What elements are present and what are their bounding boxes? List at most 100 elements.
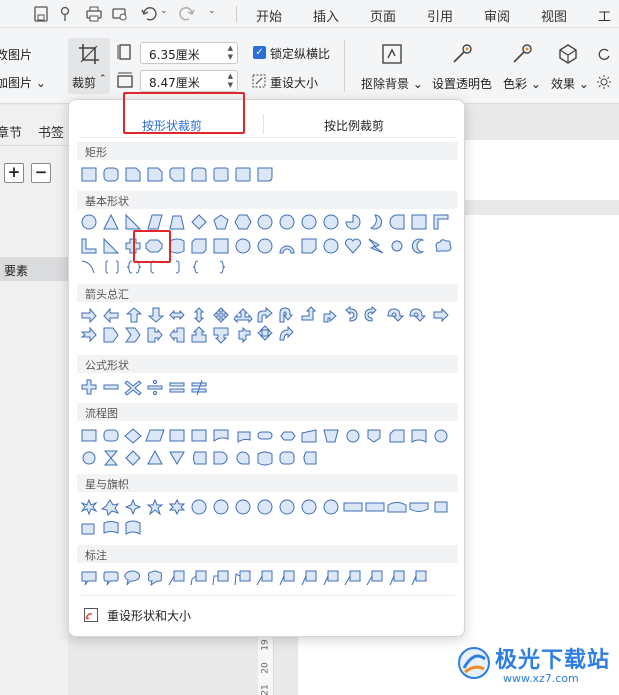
not-equal-shape-icon[interactable]	[191, 382, 207, 387]
divide-shape-icon[interactable]	[147, 385, 163, 390]
double-wave-shape-icon[interactable]	[125, 520, 141, 535]
7-point-star-shape-icon[interactable]	[191, 499, 207, 515]
flowchart-data-shape-icon[interactable]	[145, 429, 165, 442]
width-input[interactable]: 6.35厘米 ▲ ▼	[140, 42, 238, 64]
down-arrow-callout-shape-icon[interactable]	[213, 327, 229, 344]
lightning-bolt-shape-icon[interactable]	[368, 238, 384, 254]
octagon-shape-icon[interactable]	[279, 214, 295, 230]
change-picture-button[interactable]: 改图片	[0, 46, 32, 63]
flowchart-display-shape-icon[interactable]	[303, 451, 317, 465]
print-preview-icon[interactable]	[111, 5, 129, 23]
round-single-corner-rectangle-shape-icon[interactable]	[213, 167, 229, 182]
flowchart-delay-shape-icon[interactable]	[213, 451, 228, 465]
reset-size-button[interactable]: 重设大小	[270, 74, 318, 91]
flowchart-collate-shape-icon[interactable]	[103, 450, 119, 466]
menu-reference[interactable]: 引用	[427, 6, 453, 25]
curved-down-arrow-shape-icon[interactable]	[409, 308, 427, 322]
line-callout-2-shape-icon[interactable]	[195, 570, 207, 582]
oval-callout-shape-icon[interactable]	[124, 570, 141, 586]
undo-dropdown-icon[interactable]: ⌄	[160, 6, 168, 16]
right-triangle-shape-icon[interactable]	[125, 213, 142, 230]
chord-shape-icon[interactable]	[369, 214, 383, 230]
bevel-shape-icon[interactable]	[213, 238, 229, 254]
remove-background-button[interactable]: 抠除背景 ⌄	[361, 75, 423, 92]
12-point-star-shape-icon[interactable]	[257, 499, 273, 515]
expand-button[interactable]: +	[4, 163, 24, 183]
redo-icon[interactable]	[178, 5, 196, 23]
menu-view[interactable]: 视图	[541, 6, 567, 25]
flowchart-predefined-process-shape-icon[interactable]	[169, 429, 185, 442]
flowchart-merge-shape-icon[interactable]	[169, 451, 185, 465]
left-right-up-arrow-shape-icon[interactable]	[233, 308, 253, 324]
flowchart-document-shape-icon[interactable]	[213, 429, 229, 442]
curved-up-arrow-shape-icon[interactable]	[387, 308, 405, 322]
snip-diagonal-rectangle-shape-icon[interactable]	[169, 167, 185, 182]
flowchart-connector-shape-icon[interactable]	[346, 429, 360, 443]
line-callout-4-shape-icon[interactable]	[239, 570, 251, 582]
striped-right-arrow-shape-icon[interactable]	[433, 307, 449, 323]
bent-up-arrow-shape-icon[interactable]	[323, 309, 337, 323]
right-arrow-shape-icon[interactable]	[81, 307, 97, 324]
flowchart-preparation-shape-icon[interactable]	[280, 431, 296, 441]
width-spinner-icon[interactable]: ▲ ▼	[228, 44, 233, 62]
up-ribbon-shape-icon[interactable]	[343, 502, 363, 512]
flowchart-internal-storage-shape-icon[interactable]	[191, 429, 207, 442]
add-picture-button[interactable]: 加图片 ⌄	[0, 74, 46, 91]
hexagon-shape-icon[interactable]	[234, 214, 252, 230]
frame-shape-icon[interactable]	[411, 214, 427, 230]
nav-item-selected[interactable]: 要素	[0, 257, 68, 281]
tab-sections[interactable]: 章节	[0, 122, 22, 141]
half-frame-shape-icon[interactable]	[433, 214, 449, 230]
cloud-shape-icon[interactable]	[435, 239, 452, 252]
flowchart-multidocument-shape-icon[interactable]	[237, 431, 251, 443]
line-callout-3-shape-icon[interactable]	[217, 570, 229, 582]
up-arrow-callout-shape-icon[interactable]	[191, 326, 207, 343]
left-right-arrow-callout-shape-icon[interactable]	[238, 326, 251, 344]
brightness-icon[interactable]	[596, 74, 612, 90]
6-point-star-shape-icon[interactable]	[168, 498, 186, 516]
line-callout-border-1-shape-icon[interactable]	[349, 570, 361, 582]
rotate-icon[interactable]	[596, 46, 612, 62]
explosion-1-shape-icon[interactable]	[80, 498, 98, 516]
flowchart-or-shape-icon[interactable]	[82, 451, 96, 465]
right-bracket-shape-icon[interactable]	[175, 260, 180, 274]
moon-shape-icon[interactable]	[411, 238, 425, 254]
rounded-rectangular-callout-shape-icon[interactable]	[103, 571, 119, 586]
crop-button[interactable]: 裁剪 ⌃	[68, 38, 110, 94]
flowchart-decision-shape-icon[interactable]	[124, 428, 142, 444]
snip-same-side-rectangle-shape-icon[interactable]	[147, 167, 163, 182]
bent-arrow-shape-icon[interactable]	[257, 306, 273, 323]
color-button[interactable]: 色彩 ⌄	[503, 75, 541, 92]
line-callout-accent-4-shape-icon[interactable]	[327, 570, 339, 582]
8-point-star-shape-icon[interactable]	[213, 499, 229, 515]
quick-access-more-icon[interactable]: ⌄	[208, 6, 216, 16]
chevron-shape-icon[interactable]	[125, 327, 141, 343]
save-icon[interactable]	[32, 5, 50, 23]
tab-crop-by-ratio[interactable]: 按比例裁剪	[324, 117, 384, 134]
heptagon-shape-icon[interactable]	[257, 214, 273, 230]
flowchart-direct-access-storage-shape-icon[interactable]	[279, 451, 295, 465]
diamond-shape-icon[interactable]	[191, 214, 207, 230]
32-point-star-shape-icon[interactable]	[323, 499, 339, 515]
multiply-shape-icon[interactable]	[124, 380, 142, 396]
folded-corner-shape-icon[interactable]	[301, 238, 317, 254]
u-turn-arrow-shape-icon[interactable]	[279, 307, 294, 323]
flowchart-sequential-access-storage-shape-icon[interactable]	[236, 451, 250, 465]
menu-home[interactable]: 开始	[256, 6, 282, 25]
menu-page[interactable]: 页面	[370, 6, 396, 25]
round-same-side-rectangle-shape-icon[interactable]	[191, 167, 207, 182]
can-shape-icon[interactable]	[169, 238, 185, 254]
snip-corner-rectangle-shape-icon[interactable]	[125, 167, 141, 182]
collapse-button[interactable]: −	[31, 163, 51, 183]
curved-left-arrow-shape-icon[interactable]	[364, 306, 377, 322]
pentagon-arrow-shape-icon[interactable]	[103, 327, 119, 343]
no-symbol-shape-icon[interactable]	[257, 238, 273, 254]
decagon-shape-icon[interactable]	[301, 214, 317, 230]
lock-ratio-checkbox[interactable]: ✓	[253, 46, 266, 59]
effect-button[interactable]: 效果 ⌄	[551, 75, 589, 92]
triangle-shape-icon[interactable]	[103, 213, 119, 230]
down-arrow-shape-icon[interactable]	[147, 307, 165, 323]
double-bracket-shape-icon[interactable]	[105, 260, 119, 274]
flowchart-manual-operation-shape-icon[interactable]	[323, 429, 339, 443]
reset-shape-and-size-button[interactable]: 重设形状和大小	[83, 605, 283, 625]
